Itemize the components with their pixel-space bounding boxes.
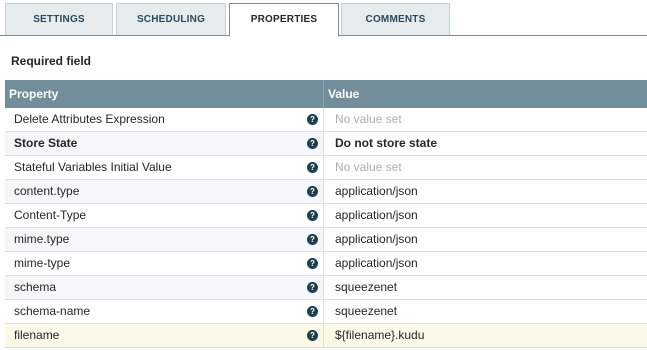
- column-header-property[interactable]: Property: [9, 80, 58, 108]
- table-row-selected[interactable]: filename ? ${filename}.kudu: [5, 324, 647, 348]
- tab-scheduling[interactable]: SCHEDULING: [116, 3, 226, 35]
- property-value[interactable]: Do not store state: [335, 132, 437, 155]
- column-divider: [323, 80, 324, 108]
- tab-bar: SETTINGS SCHEDULING PROPERTIES COMMENTS: [0, 0, 647, 37]
- tab-settings[interactable]: SETTINGS: [5, 3, 113, 35]
- question-circle-icon[interactable]: ?: [307, 282, 318, 293]
- question-circle-icon[interactable]: ?: [307, 258, 318, 269]
- table-row[interactable]: mime.type ? application/json: [5, 228, 647, 252]
- property-value[interactable]: No value set: [335, 156, 402, 179]
- table-row[interactable]: mime-type ? application/json: [5, 252, 647, 276]
- property-name: Delete Attributes Expression: [14, 112, 165, 126]
- property-value[interactable]: squeezenet: [335, 276, 397, 299]
- column-header-value[interactable]: Value: [328, 80, 359, 108]
- table-row[interactable]: Stateful Variables Initial Value ? No va…: [5, 156, 647, 180]
- question-circle-icon[interactable]: ?: [307, 114, 318, 125]
- tab-properties[interactable]: PROPERTIES: [229, 3, 339, 37]
- question-circle-icon[interactable]: ?: [307, 210, 318, 221]
- tab-comments[interactable]: COMMENTS: [341, 3, 450, 35]
- property-value[interactable]: application/json: [335, 252, 418, 275]
- property-value[interactable]: squeezenet: [335, 300, 397, 323]
- question-circle-icon[interactable]: ?: [307, 162, 318, 173]
- table-row[interactable]: Delete Attributes Expression ? No value …: [5, 108, 647, 132]
- property-name: content.type: [14, 184, 80, 198]
- property-name: mime-type: [14, 256, 71, 270]
- question-circle-icon[interactable]: ?: [307, 138, 318, 149]
- property-name: Stateful Variables Initial Value: [14, 160, 172, 174]
- table-row[interactable]: Content-Type ? application/json: [5, 204, 647, 228]
- table-row[interactable]: schema-name ? squeezenet: [5, 300, 647, 324]
- question-circle-icon[interactable]: ?: [307, 330, 318, 341]
- property-value[interactable]: No value set: [335, 108, 402, 131]
- property-name: filename: [14, 328, 60, 342]
- property-name: schema: [14, 280, 57, 294]
- question-circle-icon[interactable]: ?: [307, 186, 318, 197]
- property-name: Content-Type: [14, 208, 87, 222]
- table-row[interactable]: content.type ? application/json: [5, 180, 647, 204]
- property-value[interactable]: application/json: [335, 204, 418, 227]
- property-value[interactable]: application/json: [335, 228, 418, 251]
- property-name: schema-name: [14, 304, 91, 318]
- required-field-label: Required field: [11, 54, 92, 68]
- property-name: Store State: [14, 136, 78, 150]
- properties-table: Property Value Delete Attributes Express…: [5, 80, 647, 348]
- table-row[interactable]: schema ? squeezenet: [5, 276, 647, 300]
- question-circle-icon[interactable]: ?: [307, 306, 318, 317]
- table-row[interactable]: Store State ? Do not store state: [5, 132, 647, 156]
- property-name: mime.type: [14, 232, 70, 246]
- property-value[interactable]: application/json: [335, 180, 418, 203]
- question-circle-icon[interactable]: ?: [307, 234, 318, 245]
- table-header: Property Value: [5, 80, 647, 108]
- property-value[interactable]: ${filename}.kudu: [335, 324, 424, 347]
